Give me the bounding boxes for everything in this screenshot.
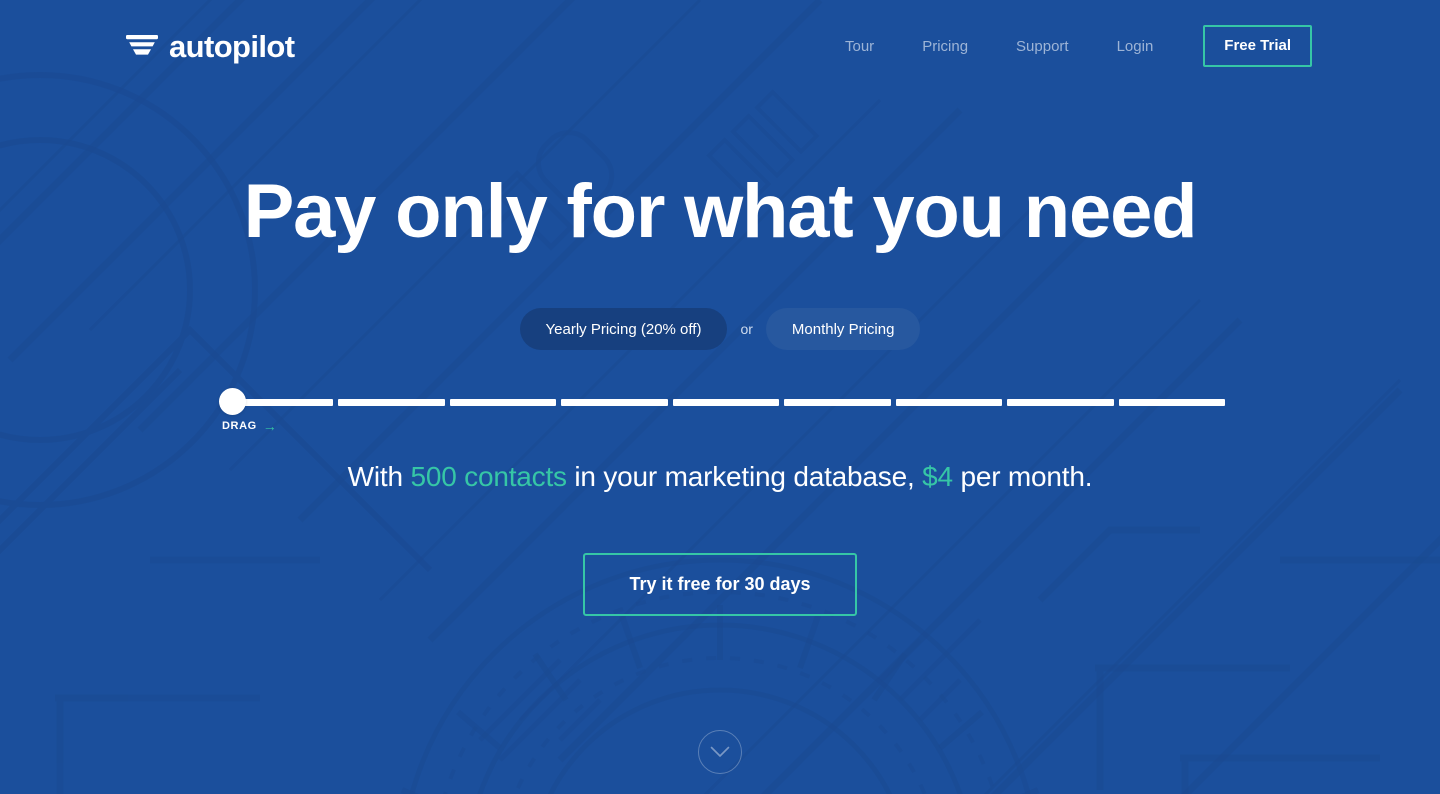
- arrow-right-icon: →: [262, 418, 277, 434]
- toggle-monthly-pricing[interactable]: Monthly Pricing: [765, 308, 921, 350]
- price-prefix: With: [347, 461, 411, 492]
- toggle-yearly-pricing[interactable]: Yearly Pricing (20% off): [519, 308, 728, 350]
- hero-section: Pay only for what you need Yearly Pricin…: [0, 0, 1440, 794]
- price-summary-text: With 500 contacts in your marketing data…: [348, 463, 1093, 491]
- slider-segment[interactable]: [338, 399, 445, 406]
- slider-track[interactable]: [227, 399, 1225, 406]
- price-suffix: per month.: [952, 461, 1093, 492]
- contacts-count-value: 500 contacts: [410, 461, 567, 492]
- slider-segment[interactable]: [1118, 399, 1225, 406]
- pricing-hero-page: autopilot Tour Pricing Support Login Fre…: [0, 0, 1440, 794]
- slider-drag-hint: DRAG →: [222, 419, 277, 433]
- contacts-slider[interactable]: DRAG →: [215, 388, 1225, 434]
- monthly-price-value: $4: [922, 461, 953, 492]
- chevron-down-icon: [710, 746, 730, 757]
- slider-segment[interactable]: [895, 399, 1003, 406]
- slider-segment[interactable]: [672, 399, 780, 406]
- slider-segment[interactable]: [449, 399, 557, 406]
- try-free-cta-button[interactable]: Try it free for 30 days: [583, 553, 857, 616]
- billing-period-toggle: Yearly Pricing (20% off) or Monthly Pric…: [519, 308, 921, 350]
- slider-handle[interactable]: [219, 388, 246, 415]
- slider-segment[interactable]: [784, 399, 891, 406]
- slider-drag-label: DRAG: [222, 419, 257, 432]
- price-middle: in your marketing database,: [566, 461, 923, 492]
- toggle-separator-label: or: [740, 321, 753, 337]
- page-title: Pay only for what you need: [243, 169, 1198, 254]
- slider-segment[interactable]: [1007, 399, 1114, 406]
- scroll-down-button[interactable]: [698, 730, 742, 774]
- slider-segment[interactable]: [561, 399, 668, 406]
